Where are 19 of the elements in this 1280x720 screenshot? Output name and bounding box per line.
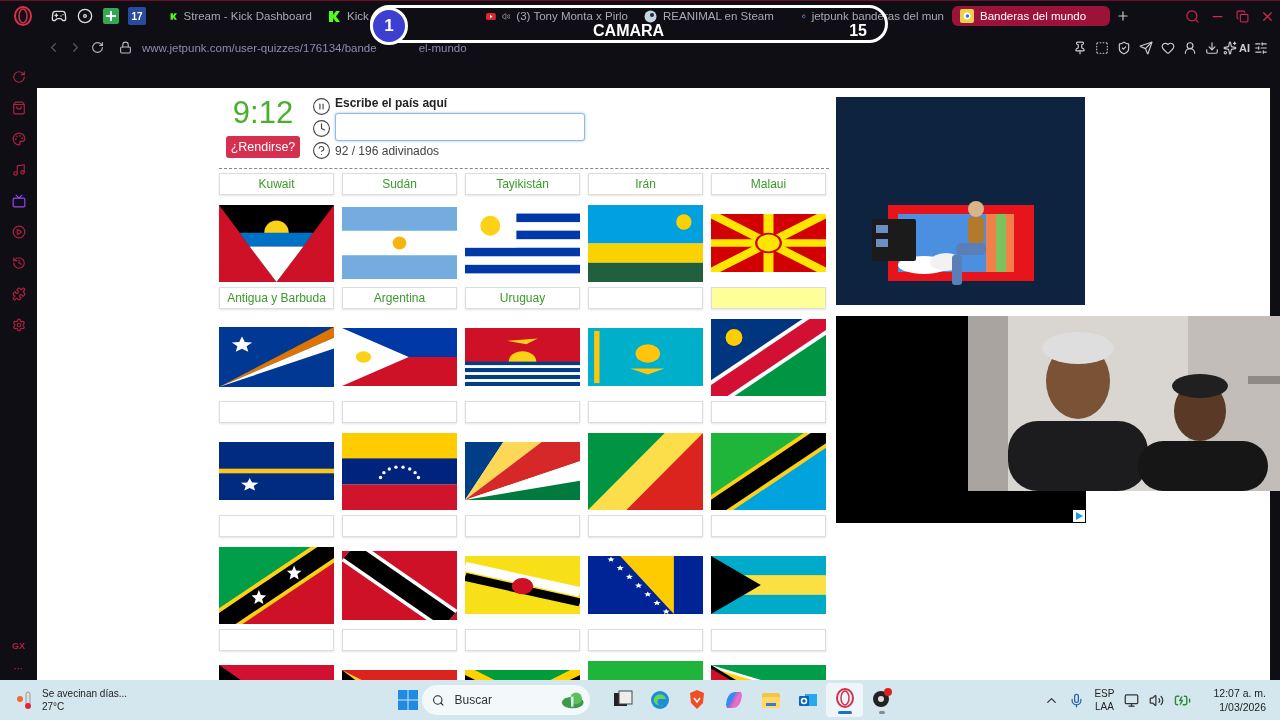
answer-slot: Kuwait — [219, 173, 334, 195]
answer-slot: Argentina — [342, 287, 457, 309]
scoreboard-title: CAMARA — [593, 23, 665, 39]
tab-title: REANIMAL en Steam — [663, 10, 774, 22]
timer: 9:12 — [232, 96, 294, 130]
tab-title: Stream - Kick Dashboard — [183, 10, 312, 22]
answer-label: Escribe el país aquí — [335, 96, 449, 110]
answer-slot: Antigua y Barbuda — [219, 287, 334, 309]
tab-title: Banderas del mundo — [980, 10, 1087, 22]
answer-slot: Tayikistán — [465, 173, 580, 195]
score-badge: 1 — [370, 6, 408, 45]
answer-slot: Malaui — [711, 173, 826, 195]
tab-title: Kick — [347, 10, 369, 22]
progress-count: 92 / 196 adivinados — [335, 144, 441, 158]
answer-slot: Sudán — [342, 173, 457, 195]
tab-title: (3) Tony Monta x Pirlo — [516, 10, 628, 22]
answer-slot: Irán — [588, 173, 703, 195]
answer-slot: Uruguay — [465, 287, 580, 309]
score: 15 — [849, 23, 867, 39]
